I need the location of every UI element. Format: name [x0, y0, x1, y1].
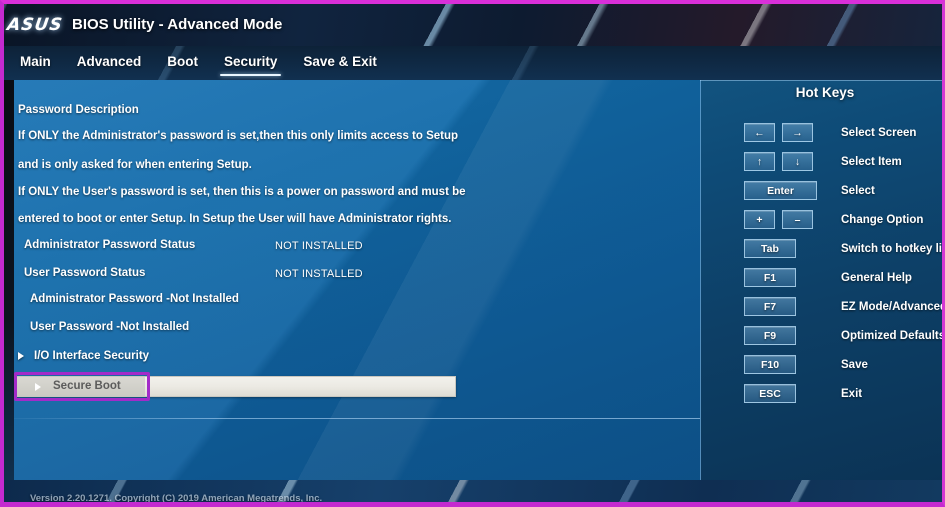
hotkeys-title-divider [700, 80, 942, 81]
plus-key[interactable]: + [744, 210, 775, 229]
panel-divider-vertical [700, 80, 701, 480]
tab-save-exit[interactable]: Save & Exit [301, 46, 379, 79]
tab-list: Main Advanced Boot Security Save & Exit [18, 46, 379, 79]
password-description-line-2: and is only asked for when entering Setu… [18, 159, 252, 171]
hotkeys-list: ← → Select Screen ↑ ↓ Select Item Enter Select +… [701, 118, 942, 408]
hotkey-row: Enter Select [701, 176, 942, 205]
hotkey-keys: F7 [744, 297, 796, 316]
up-arrow-key[interactable]: ↑ [744, 152, 775, 171]
section-divider [14, 418, 700, 419]
hotkey-label: Save [841, 358, 868, 371]
hotkey-label: Optimized Defaults [841, 329, 942, 342]
hotkey-keys: ESC [744, 384, 796, 403]
footer-bar: Version 2.20.1271. Copyright (C) 2019 Am… [4, 480, 942, 502]
administrator-password-item[interactable]: Administrator Password -Not Installed [30, 293, 239, 305]
password-description-heading: Password Description [18, 104, 139, 116]
f7-key[interactable]: F7 [744, 297, 796, 316]
password-description-line-3: If ONLY the User's password is set, then… [18, 186, 466, 198]
administrator-password-status-value: NOT INSTALLED [275, 240, 363, 252]
version-text: Version 2.20.1271. Copyright (C) 2019 Am… [30, 493, 323, 502]
enter-key[interactable]: Enter [744, 181, 817, 200]
header-bar: ASUS BIOS Utility - Advanced Mode [4, 4, 942, 46]
f9-key[interactable]: F9 [744, 326, 796, 345]
hotkey-row: F7 EZ Mode/Advanced M [701, 292, 942, 321]
hotkey-label: Exit [841, 387, 863, 400]
minus-key[interactable]: – [782, 210, 813, 229]
tab-key[interactable]: Tab [744, 239, 796, 258]
hotkey-row: ↑ ↓ Select Item [701, 147, 942, 176]
hotkey-keys: Enter [744, 181, 817, 200]
hotkey-keys: ← → [744, 123, 813, 142]
hotkey-label: Select Item [841, 155, 902, 168]
hotkeys-panel: Hot Keys ← → Select Screen ↑ ↓ Select Item Ent… [701, 80, 942, 480]
hotkey-label: Switch to hotkey list [841, 242, 942, 255]
hotkey-keys: F1 [744, 268, 796, 287]
down-arrow-key[interactable]: ↓ [782, 152, 813, 171]
esc-key[interactable]: ESC [744, 384, 796, 403]
triangle-right-icon [35, 383, 41, 391]
hotkey-keys: F9 [744, 326, 796, 345]
hotkey-row: F1 General Help [701, 263, 942, 292]
tab-main[interactable]: Main [18, 46, 53, 79]
hotkey-label: General Help [841, 271, 912, 284]
right-arrow-key[interactable]: → [782, 123, 813, 142]
f10-key[interactable]: F10 [744, 355, 796, 374]
hotkey-keys: ↑ ↓ [744, 152, 813, 171]
menu-item-label: Secure Boot [53, 380, 121, 392]
hotkey-row: ESC Exit [701, 379, 942, 408]
user-password-status-label: User Password Status [24, 267, 146, 279]
hotkey-label: EZ Mode/Advanced M [841, 300, 942, 313]
left-edge-shadow [4, 80, 14, 480]
hotkey-keys: Tab [744, 239, 796, 258]
triangle-right-icon [18, 352, 24, 360]
hotkey-row: ← → Select Screen [701, 118, 942, 147]
user-password-status-value: NOT INSTALLED [275, 268, 363, 280]
password-description-line-1: If ONLY the Administrator's password is … [18, 130, 459, 142]
hotkey-keys: F10 [744, 355, 796, 374]
tab-boot[interactable]: Boot [165, 46, 200, 79]
password-description-line-4: entered to boot or enter Setup. In Setup… [18, 213, 452, 225]
f1-key[interactable]: F1 [744, 268, 796, 287]
tab-bar: Main Advanced Boot Security Save & Exit [4, 46, 942, 80]
administrator-password-status-label: Administrator Password Status [24, 239, 196, 251]
hotkey-row: Tab Switch to hotkey list [701, 234, 942, 263]
asus-logo: ASUS [5, 14, 65, 35]
tab-advanced[interactable]: Advanced [75, 46, 144, 79]
user-password-item[interactable]: User Password -Not Installed [30, 321, 189, 333]
page-title: BIOS Utility - Advanced Mode [72, 16, 283, 33]
body-area: Password Description If ONLY the Adminis… [4, 80, 942, 480]
hotkey-keys: + – [744, 210, 813, 229]
hotkey-label: Select Screen [841, 126, 917, 139]
left-arrow-key[interactable]: ← [744, 123, 775, 142]
hotkey-row: F10 Save [701, 350, 942, 379]
main-panel: Password Description If ONLY the Adminis… [4, 80, 700, 480]
tab-security[interactable]: Security [220, 46, 282, 79]
menu-item-label: I/O Interface Security [34, 350, 150, 362]
hotkey-label: Select [841, 184, 875, 197]
menu-item-io-interface-security[interactable]: I/O Interface Security [18, 350, 149, 362]
hotkeys-title: Hot Keys [795, 85, 855, 100]
menu-item-secure-boot[interactable]: Secure Boot [16, 376, 456, 397]
hotkey-label: Change Option [841, 213, 924, 226]
bios-screen: ASUS BIOS Utility - Advanced Mode Main Ad… [0, 0, 945, 507]
hotkey-row: F9 Optimized Defaults [701, 321, 942, 350]
hotkey-row: + – Change Option [701, 205, 942, 234]
